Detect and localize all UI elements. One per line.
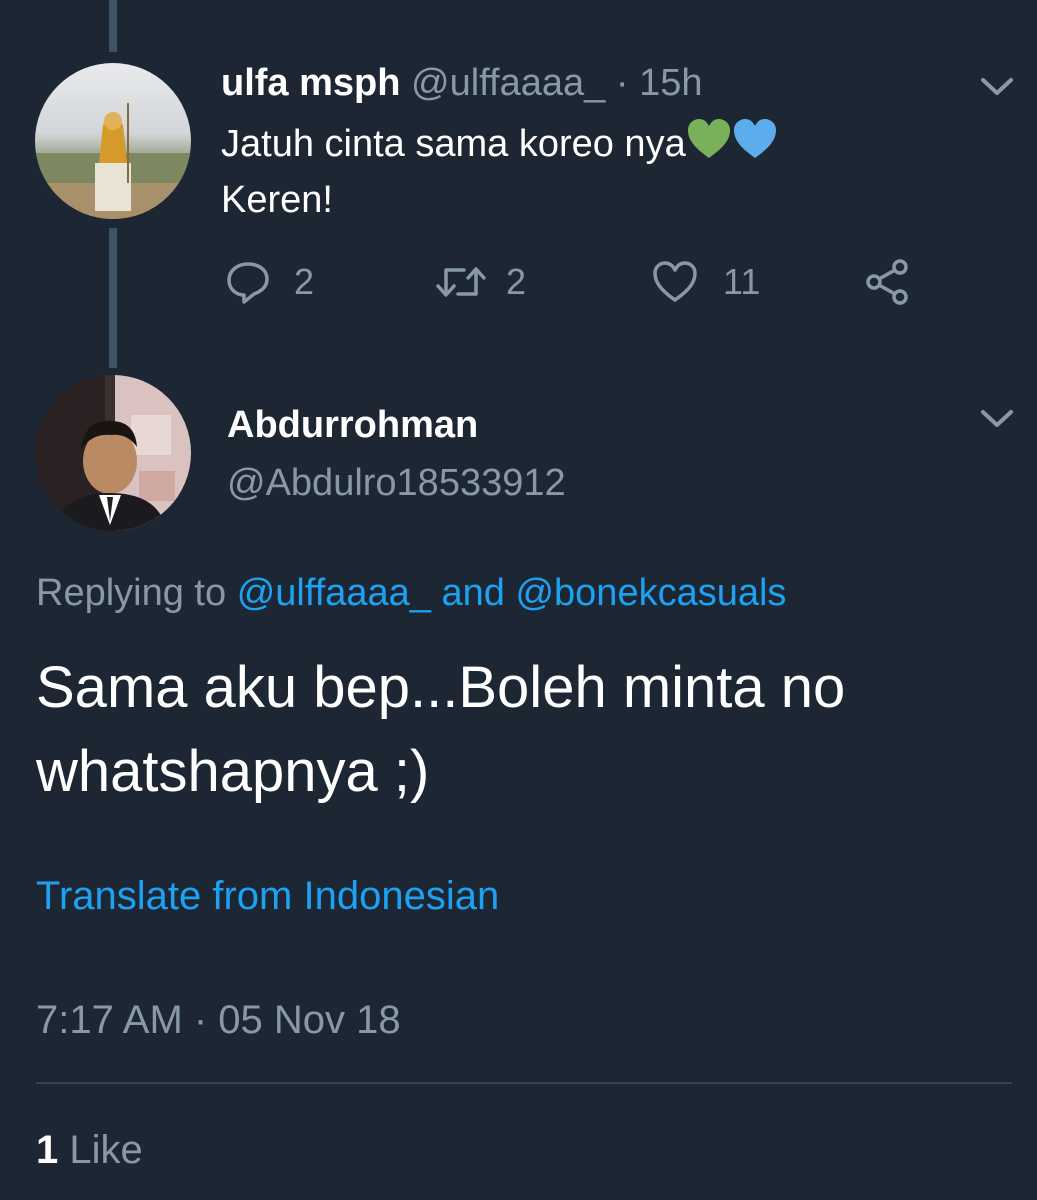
replying-user-link[interactable]: @bonekcasuals xyxy=(515,572,786,614)
thread-line-bottom xyxy=(109,228,117,368)
reply-icon xyxy=(227,262,269,304)
share-button[interactable] xyxy=(862,258,912,306)
tweet-text-line2: whatshapnya ;) xyxy=(36,739,430,804)
like-button[interactable]: 11 xyxy=(651,258,760,306)
divider xyxy=(36,1082,1012,1084)
thread-line-top xyxy=(109,0,117,52)
retweet-count: 2 xyxy=(506,261,527,302)
tweet-text-line2: Keren! xyxy=(221,179,333,221)
translate-link[interactable]: Translate from Indonesian xyxy=(36,874,499,919)
retweet-button[interactable]: 2 xyxy=(434,258,526,306)
time[interactable]: 15h xyxy=(639,62,702,104)
avatar[interactable] xyxy=(35,375,191,531)
retweet-icon xyxy=(436,267,486,297)
blue-heart-icon xyxy=(733,119,776,158)
reply-button[interactable]: 2 xyxy=(224,258,314,306)
reply-count: 2 xyxy=(294,261,315,302)
like-icon xyxy=(653,261,697,302)
avatar[interactable] xyxy=(35,63,191,219)
replying-prefix: Replying to xyxy=(36,572,227,614)
handle[interactable]: @ulffaaaa_ xyxy=(411,62,605,104)
like-count: 11 xyxy=(723,261,761,302)
replying-and[interactable]: and xyxy=(442,572,505,614)
chevron-down-icon[interactable] xyxy=(979,404,1015,432)
display-name[interactable]: Abdurrohman xyxy=(227,404,478,447)
likes-label: Like xyxy=(69,1128,143,1172)
separator: · xyxy=(615,62,629,104)
tweet-text-line1: Sama aku bep...Boleh minta no xyxy=(36,655,846,720)
likes-count: 1 xyxy=(36,1128,59,1172)
tweet-text-line1: Jatuh cinta sama koreo nya xyxy=(221,123,686,165)
likes-stat[interactable]: 1 Like xyxy=(36,1128,143,1173)
tweet-text: Jatuh cinta sama koreo nya Keren! xyxy=(221,116,778,228)
chevron-down-icon[interactable] xyxy=(979,72,1015,100)
replying-user-link[interactable]: @ulffaaaa_ xyxy=(237,572,431,614)
replying-to: Replying to @ulffaaaa_ and @bonekcasuals xyxy=(36,572,786,615)
timestamp[interactable]: 7:17 AM · 05 Nov 18 xyxy=(36,998,401,1043)
tweet-text: Sama aku bep...Boleh minta no whatshapny… xyxy=(36,646,845,814)
handle[interactable]: @Abdulro18533912 xyxy=(227,462,566,505)
share-icon xyxy=(866,259,908,305)
green-heart-icon xyxy=(687,119,730,158)
display-name[interactable]: ulfa msph xyxy=(221,62,400,104)
